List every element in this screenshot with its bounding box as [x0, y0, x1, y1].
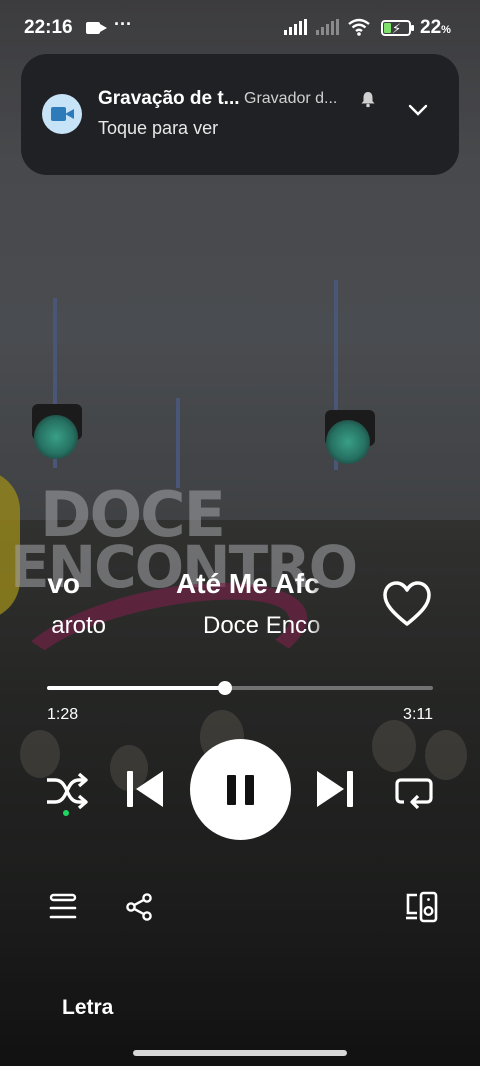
- seek-bar[interactable]: [47, 681, 433, 695]
- notification-title: Gravação de t...: [98, 88, 240, 109]
- shuffle-active-indicator: [63, 810, 69, 816]
- pause-button[interactable]: [190, 739, 291, 840]
- status-bar: 22:16 ··· ⚡ 22%: [0, 0, 480, 56]
- previous-track-icon[interactable]: [124, 768, 166, 810]
- lyrics-tab[interactable]: Letra: [62, 996, 113, 1020]
- share-icon[interactable]: [124, 892, 154, 922]
- track-title[interactable]: Até Me Afc: [176, 568, 334, 600]
- wifi-icon: [348, 18, 370, 36]
- screen-recorder-notification[interactable]: Gravação de t... Gravador d... Toque par…: [21, 54, 459, 175]
- queue-icon[interactable]: [48, 892, 78, 922]
- like-heart-icon[interactable]: [382, 580, 432, 628]
- status-time: 22:16: [24, 17, 73, 38]
- pause-icon-bar: [245, 775, 254, 805]
- seek-bar-played: [47, 686, 225, 690]
- screen-record-icon: [86, 22, 107, 34]
- connect-devices-icon[interactable]: [405, 890, 439, 924]
- elapsed-time: 1:28: [47, 706, 79, 723]
- next-track-icon[interactable]: [314, 768, 356, 810]
- notification-app-name: Gravador d...: [244, 90, 338, 107]
- battery-icon: ⚡: [381, 20, 414, 36]
- signal-no-service-icon: [316, 19, 339, 35]
- track-artist[interactable]: Doce Enco: [203, 612, 334, 640]
- chevron-down-icon[interactable]: [407, 99, 429, 121]
- previous-track-title-fragment[interactable]: vo: [0, 568, 80, 600]
- battery-percent-sign: %: [441, 24, 451, 36]
- more-notifications-icon: ···: [114, 14, 132, 34]
- home-indicator[interactable]: [133, 1050, 347, 1056]
- bell-icon: [361, 92, 375, 108]
- battery-percent-value: 22: [420, 17, 442, 38]
- pause-icon-bar: [227, 775, 236, 805]
- signal-icon: [284, 19, 307, 35]
- shuffle-icon[interactable]: [44, 770, 90, 812]
- previous-track-artist-fragment[interactable]: aroto: [0, 612, 106, 640]
- battery-percent: 22%: [420, 17, 451, 39]
- notification-text: Toque para ver: [98, 118, 219, 138]
- total-time: 3:11: [403, 706, 433, 723]
- seek-bar-knob[interactable]: [217, 681, 232, 695]
- video-camera-icon: [42, 94, 82, 134]
- repeat-icon[interactable]: [394, 770, 434, 810]
